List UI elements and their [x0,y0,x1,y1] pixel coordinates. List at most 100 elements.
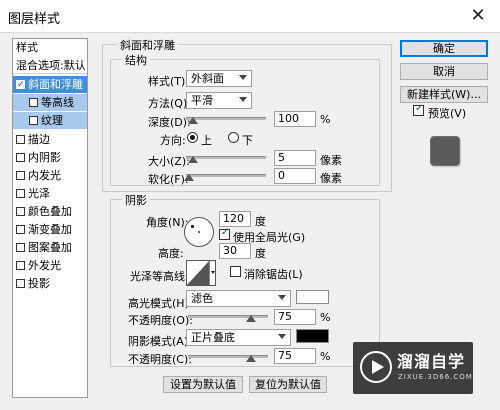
pattern-overlay-item[interactable]: 图案叠加 [13,239,87,256]
preview-label: 预览(V) [428,107,467,120]
altitude-input[interactable]: 30 [219,243,251,259]
angle-dial[interactable] [184,217,214,247]
depth-input[interactable]: 100 [274,111,316,127]
bevel-emboss-item[interactable]: 斜面和浮雕 [13,76,87,93]
altitude-label: 高度: [158,247,184,260]
soften-input[interactable]: 0 [274,168,316,184]
cancel-button[interactable]: 取消 [400,63,488,80]
drop-shadow-item[interactable]: 投影 [13,275,87,292]
watermark-brand: 溜溜自学 [397,352,466,371]
direction-label: 方向: [160,134,186,147]
checkbox-icon[interactable] [16,207,25,216]
size-input[interactable]: 5 [274,150,316,166]
preview-swatch [431,137,459,165]
direction-up-label: 上 [201,134,212,147]
new-style-button[interactable]: 新建样式(W)... [400,86,488,103]
angle-input[interactable]: 120 [219,211,251,227]
contour-curve-icon [187,261,209,285]
highlight-color-swatch[interactable] [296,290,329,304]
size-label: 大小(Z): [148,155,190,168]
highlight-mode-select[interactable]: 滤色 [186,290,291,307]
method-label: 方法(Q): [148,97,191,110]
soften-slider[interactable] [186,174,266,177]
preview-checkbox[interactable] [413,103,424,116]
checkbox-icon[interactable] [16,171,25,180]
soften-label: 软化(F): [148,173,189,186]
set-default-button[interactable]: 设置为默认值 [163,376,243,393]
ok-button[interactable]: 确定 [400,40,488,57]
bevel-style-select[interactable]: 外斜面 [186,70,252,87]
size-slider-thumb[interactable] [188,156,198,163]
technique-select[interactable]: 平滑 [186,92,252,109]
gloss-contour-label: 光泽等高线: [130,270,189,283]
size-unit: 像素 [320,154,342,167]
contour-dropdown[interactable] [209,261,216,285]
highlight-opacity-input[interactable]: 75 [274,309,316,325]
highlight-mode-label: 高光模式(H): [128,297,193,310]
watermark-url: ZIXUE.3D66.COM [398,373,473,381]
anti-alias-checkbox[interactable] [230,266,241,277]
size-slider[interactable] [186,156,266,159]
inner-glow-item[interactable]: 内发光 [13,167,87,184]
shading-title: 阴影 [122,192,150,208]
checkbox-icon[interactable] [29,116,38,125]
gloss-contour-picker[interactable] [186,260,216,286]
preview-thumbnail [420,126,470,176]
depth-label: 深度(D): [148,116,191,129]
shadow-opacity-input[interactable]: 75 [274,348,316,364]
checkbox-icon[interactable] [16,77,25,93]
blending-options-item[interactable]: 混合选项:默认 [13,57,87,74]
window-title: 图层样式 [8,12,61,27]
title-bar: 图层样式 ✕ [0,0,500,32]
shadow-opacity-slider-thumb[interactable] [246,355,256,362]
direction-up-radio[interactable] [187,132,198,143]
depth-slider-thumb[interactable] [188,117,198,124]
checkbox-icon[interactable] [16,279,25,288]
highlight-opacity-slider[interactable] [188,315,268,318]
angle-unit: 度 [255,215,266,228]
reset-default-button[interactable]: 复位为默认值 [249,376,327,393]
chevron-down-icon [211,271,215,274]
highlight-opacity-slider-thumb[interactable] [246,315,256,322]
global-light-checkbox[interactable] [219,227,230,240]
checkbox-icon[interactable] [16,261,25,270]
style-list: 样式 混合选项:默认 斜面和浮雕 等高线 纹理 描边 内阴影 内发光 光泽 颜色… [12,38,88,398]
color-overlay-item[interactable]: 颜色叠加 [13,203,87,220]
play-logo-icon [360,351,392,383]
angle-dial-point-icon [191,225,194,228]
bevel-group-title: 斜面和浮雕 [117,37,178,53]
shadow-opacity-unit: % [320,350,331,363]
anti-alias-label: 消除锯齿(L) [244,268,303,281]
shadow-opacity-label: 不透明度(C): [128,353,192,366]
satin-item[interactable]: 光泽 [13,185,87,202]
stroke-item[interactable]: 描边 [13,131,87,148]
shadow-color-swatch[interactable] [296,329,329,343]
chevron-down-icon [278,334,286,339]
checkbox-icon[interactable] [16,243,25,252]
checkbox-icon[interactable] [16,135,25,144]
shadow-mode-select[interactable]: 正片叠底 [186,329,291,346]
soften-slider-thumb[interactable] [184,174,194,181]
direction-down-radio[interactable] [228,132,239,143]
style-list-header: 样式 [16,41,38,54]
inner-shadow-item[interactable]: 内阴影 [13,149,87,166]
watermark: 溜溜自学 ZIXUE.3D66.COM [353,342,473,394]
highlight-opacity-unit: % [320,311,331,324]
checkbox-icon[interactable] [16,153,25,162]
chevron-down-icon [278,295,286,300]
shadow-opacity-slider[interactable] [188,355,268,358]
close-icon[interactable]: ✕ [466,4,490,28]
outer-glow-item[interactable]: 外发光 [13,257,87,274]
angle-label: 角度(N): [146,216,189,229]
chevron-down-icon [239,97,247,102]
checkbox-icon[interactable] [29,98,38,107]
angle-dial-center-icon [198,231,200,233]
depth-slider[interactable] [186,117,266,120]
checkbox-icon[interactable] [16,189,25,198]
gradient-overlay-item[interactable]: 渐变叠加 [13,221,87,238]
chevron-down-icon [239,75,247,80]
texture-item[interactable]: 纹理 [13,112,87,129]
direction-down-label: 下 [242,134,253,147]
contour-item[interactable]: 等高线 [13,94,87,111]
checkbox-icon[interactable] [16,225,25,234]
